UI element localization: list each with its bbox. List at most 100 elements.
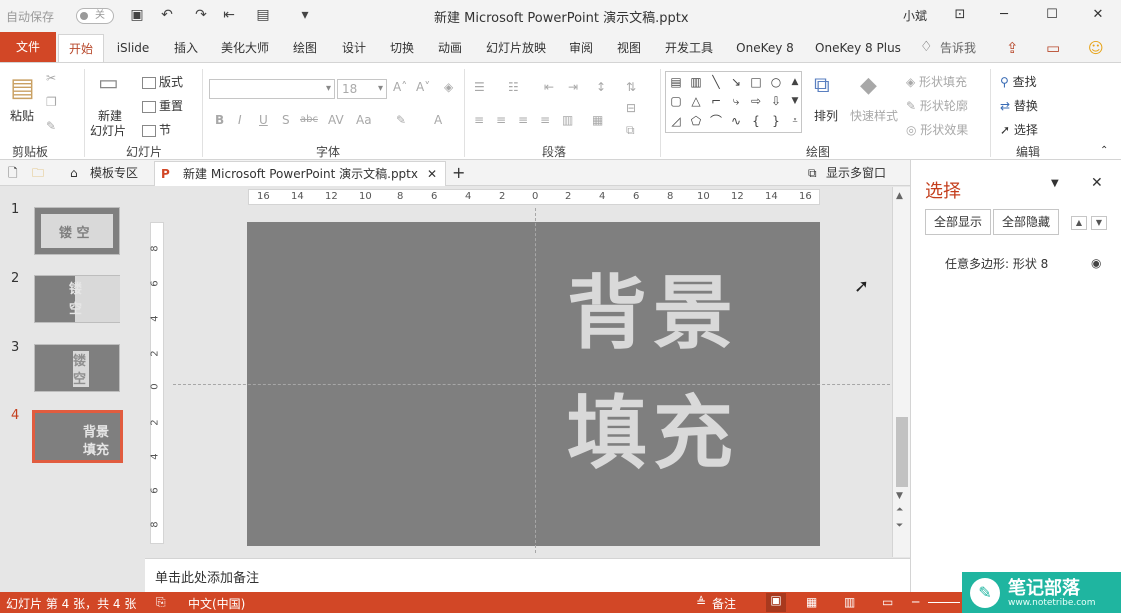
format-painter-icon[interactable]: ✎ [46,119,56,133]
vertical-scrollbar[interactable]: ▲ ▼ ⏶ ⏷ [892,187,910,557]
previous-slide-icon[interactable]: ⏶ [896,505,903,515]
normal-view-icon[interactable]: ▣ [766,593,786,612]
tab-home[interactable]: 开始 [58,34,104,63]
tab-beautify[interactable]: 美化大师 [214,34,276,63]
tab-transitions[interactable]: 切换 [380,34,424,63]
arrow-line-icon[interactable]: ↘ [728,75,744,89]
paste-icon[interactable]: ▤ [10,73,35,103]
folder-icon[interactable]: 🗀 [32,161,44,186]
home-icon[interactable]: ⌂ [70,161,78,186]
elbow-arrow-icon[interactable]: ⤷ [728,94,744,108]
line-shape-icon[interactable]: ╲ [708,75,724,89]
close-icon[interactable]: ✕ [1086,4,1110,26]
bold-icon[interactable]: B [215,113,224,127]
reset-button[interactable]: 重置 [142,97,183,114]
paste-button[interactable]: 粘贴 [10,107,34,124]
save-icon[interactable]: ▣ [128,6,146,24]
collapse-ribbon-icon[interactable]: ⌃ [1100,145,1108,156]
notes-toggle[interactable]: 备注 [712,595,736,612]
start-from-beginning-icon[interactable]: ⇤ [220,6,238,24]
cut-icon[interactable]: ✂ [46,71,56,85]
slide-sorter-icon[interactable]: ▦ [806,595,817,609]
zoom-slider[interactable] [928,602,960,603]
tab-design[interactable]: 设计 [332,34,376,63]
left-brace-icon[interactable]: { [748,114,764,128]
decrease-indent-icon[interactable]: ⇤ [544,80,554,94]
user-name[interactable]: 小斌 [903,7,927,24]
quick-styles-button[interactable]: 快速样式 [850,107,898,124]
tab-onekey8plus[interactable]: OneKey 8 Plus [808,34,908,63]
bullets-icon[interactable]: ☰ [474,80,485,94]
smiley-icon[interactable]: ☺ [1088,39,1104,57]
columns-icon[interactable]: ▦ [592,113,603,127]
slide-title-line-1[interactable]: 背景 [567,274,739,354]
close-tab-icon[interactable]: ✕ [427,162,437,186]
down-arrow-icon[interactable]: ⇩ [768,94,784,108]
send-backward-icon[interactable]: ▼ [1091,216,1107,230]
decrease-font-icon[interactable]: A˅ [416,80,430,94]
bring-forward-icon[interactable]: ▲ [1071,216,1087,230]
selection-item[interactable]: 任意多边形: 形状 8 [945,255,1048,272]
gallery-down-icon[interactable]: ▼ [787,94,803,108]
notes-pane[interactable]: 单击此处添加备注 [145,558,910,592]
scroll-up-icon[interactable]: ▲ [896,191,903,201]
gallery-up-icon[interactable]: ▲ [787,75,803,89]
elbow-connector-icon[interactable]: ⌐ [708,94,724,108]
tab-file[interactable]: 文件 [0,32,56,63]
shape-effects-button[interactable]: ◎ 形状效果 [906,121,968,138]
vertical-textbox-icon[interactable]: ▥ [688,75,704,89]
tab-view[interactable]: 视图 [608,34,650,63]
add-tab-icon[interactable]: + [452,161,465,186]
slide-thumbnail-4[interactable]: 背景 填充 [32,410,123,463]
align-text-icon[interactable]: ⊟ [626,101,636,115]
char-spacing-icon[interactable]: AV [328,113,344,127]
find-button[interactable]: ⚲ 查找 [1000,73,1037,90]
autosave-toggle[interactable]: 关 [76,8,114,24]
share-icon[interactable]: ⇪ [1006,39,1019,57]
tell-me-search[interactable]: 告诉我 [936,34,980,63]
line-spacing-icon[interactable]: ↕ [596,80,606,94]
slide-info[interactable]: 幻灯片 第 4 张，共 4 张 [6,595,136,612]
smartart-icon[interactable]: ⧉ [626,123,635,138]
pane-close-icon[interactable]: ✕ [1091,175,1103,191]
align-right-icon[interactable]: ≡ [518,113,528,127]
copy-icon[interactable]: ❐ [46,95,57,109]
tab-islide[interactable]: iSlide [110,34,156,63]
rectangle-shape-icon[interactable]: □ [748,75,764,89]
font-name-combo[interactable] [209,79,335,99]
tab-review[interactable]: 审阅 [560,34,602,63]
horizontal-guide[interactable] [173,384,890,385]
wave-icon[interactable]: ∿ [728,114,744,128]
freeform-icon[interactable]: ◿ [668,114,684,128]
font-size-combo[interactable]: 18 [337,79,387,99]
visibility-eye-icon[interactable]: ◉ [1091,256,1101,270]
layout-button[interactable]: 版式 [142,73,183,90]
slide-thumbnail-1[interactable]: 镂 空 [34,207,120,255]
distribute-icon[interactable]: ▥ [562,113,573,127]
redo-icon[interactable]: ↷ [192,6,210,24]
shadow-icon[interactable]: S [282,113,290,127]
new-slide-icon[interactable]: ▭ [98,71,119,96]
zoom-out-icon[interactable]: ─ [912,595,919,609]
align-left-icon[interactable]: ≡ [474,113,484,127]
tab-insert[interactable]: 插入 [164,34,208,63]
right-arrow-icon[interactable]: ⇨ [748,94,764,108]
italic-icon[interactable]: I [238,113,242,127]
template-tab[interactable]: 模板专区 [90,161,138,186]
tab-slideshow[interactable]: 幻灯片放映 [478,34,554,63]
numbering-icon[interactable]: ☷ [508,80,519,94]
select-button[interactable]: ➚ 选择 [1000,121,1038,138]
new-slide-label-2[interactable]: 幻灯片 [90,122,126,139]
scroll-thumb[interactable] [896,417,908,487]
curve-icon[interactable]: ⌒ [708,114,724,128]
show-all-button[interactable]: 全部显示 [925,209,992,235]
right-brace-icon[interactable]: } [768,114,784,128]
strikethrough-icon[interactable]: abc [300,114,318,125]
change-case-icon[interactable]: Aa [356,113,372,127]
customize-qat-icon[interactable]: ▾ [296,6,314,24]
next-slide-icon[interactable]: ⏷ [896,521,903,531]
tab-developer[interactable]: 开发工具 [656,34,722,63]
justify-icon[interactable]: ≡ [540,113,550,127]
document-tab[interactable]: P 新建 Microsoft PowerPoint 演示文稿.pptx ✕ [154,161,446,186]
align-center-icon[interactable]: ≡ [496,113,506,127]
